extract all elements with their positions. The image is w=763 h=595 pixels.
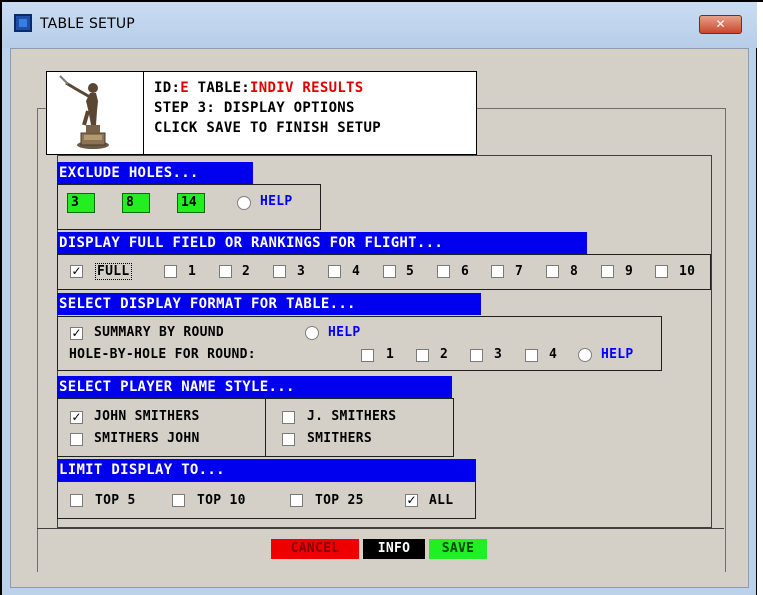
exclude-hole-2[interactable]: 8 [122, 193, 150, 213]
limit-all-label: ALL [429, 493, 454, 508]
limit-all-checkbox[interactable]: ✓ [405, 494, 418, 507]
name-j-smithers-label: J. SMITHERS [307, 409, 397, 424]
flight-7-label: 7 [515, 264, 524, 279]
name-smithers-john-label: SMITHERS JOHN [94, 431, 200, 446]
exclude-hole-1[interactable]: 3 [67, 193, 95, 213]
flight-7-checkbox[interactable] [491, 265, 504, 278]
summary-by-round-label: SUMMARY BY ROUND [94, 325, 225, 340]
name-smithers-label: SMITHERS [307, 431, 373, 446]
limit-header: LIMIT DISPLAY TO... [57, 459, 476, 481]
flight-header: DISPLAY FULL FIELD OR RANKINGS FOR FLIGH… [57, 232, 587, 254]
flight-full-checkbox[interactable]: ✓ [70, 265, 83, 278]
flight-3-checkbox[interactable] [273, 265, 286, 278]
name-smithers-checkbox[interactable] [282, 433, 295, 446]
format-header: SELECT DISPLAY FORMAT FOR TABLE... [57, 293, 481, 315]
exclude-hole-3[interactable]: 14 [177, 193, 205, 213]
flight-6-checkbox[interactable] [437, 265, 450, 278]
hole-by-hole-label: HOLE-BY-HOLE FOR ROUND: [69, 347, 256, 362]
round-2-checkbox[interactable] [416, 349, 429, 362]
flight-10-checkbox[interactable] [655, 265, 668, 278]
flight-10-label: 10 [679, 264, 696, 279]
round-2-label: 2 [440, 347, 449, 362]
close-button[interactable]: ✕ [699, 15, 742, 34]
instruction-text: CLICK SAVE TO FINISH SETUP [154, 120, 381, 136]
flight-8-checkbox[interactable] [546, 265, 559, 278]
name-smithers-john-checkbox[interactable] [70, 433, 83, 446]
window-title: TABLE SETUP [40, 16, 135, 32]
flight-3-label: 3 [297, 264, 306, 279]
name-style-header: SELECT PLAYER NAME STYLE... [57, 376, 452, 398]
flight-5-label: 5 [406, 264, 415, 279]
flight-1-label: 1 [188, 264, 197, 279]
flight-9-checkbox[interactable] [601, 265, 614, 278]
table-label: TABLE: [188, 80, 251, 96]
exclude-holes-header: EXCLUDE HOLES... [57, 162, 253, 184]
flight-4-label: 4 [352, 264, 361, 279]
flight-4-checkbox[interactable] [328, 265, 341, 278]
limit-top10-checkbox[interactable] [172, 494, 185, 507]
summary-by-round-checkbox[interactable]: ✓ [70, 327, 83, 340]
round-help-link[interactable]: HELP [601, 347, 634, 362]
round-1-checkbox[interactable] [361, 349, 374, 362]
round-3-label: 3 [494, 347, 503, 362]
name-j-smithers-checkbox[interactable] [282, 411, 295, 424]
limit-top5-checkbox[interactable] [70, 494, 83, 507]
flight-8-label: 8 [570, 264, 579, 279]
flight-1-checkbox[interactable] [164, 265, 177, 278]
limit-top25-label: TOP 25 [315, 493, 364, 508]
format-help-radio[interactable] [305, 326, 319, 340]
exclude-help-link[interactable]: HELP [260, 194, 293, 209]
limit-top10-label: TOP 10 [197, 493, 246, 508]
round-3-checkbox[interactable] [470, 349, 483, 362]
round-4-label: 4 [549, 347, 558, 362]
step-text: STEP 3: DISPLAY OPTIONS [154, 100, 355, 116]
round-4-checkbox[interactable] [525, 349, 538, 362]
info-button[interactable]: INFO [363, 539, 425, 559]
flight-full-label: FULL [95, 263, 132, 280]
limit-top25-checkbox[interactable] [290, 494, 303, 507]
flight-2-label: 2 [242, 264, 251, 279]
flight-6-label: 6 [461, 264, 470, 279]
table-value: INDIV RESULTS [250, 80, 364, 96]
golfer-trophy-icon [46, 71, 144, 155]
exclude-help-radio[interactable] [237, 196, 251, 210]
flight-9-label: 9 [625, 264, 634, 279]
limit-top5-label: TOP 5 [95, 493, 136, 508]
round-help-radio[interactable] [578, 348, 592, 362]
name-john-smithers-checkbox[interactable]: ✓ [70, 411, 83, 424]
name-style-group [57, 398, 454, 457]
name-style-divider [265, 398, 266, 457]
title-bar: TABLE SETUP ✕ [2, 2, 757, 48]
cancel-button[interactable]: CANCEL [271, 539, 359, 559]
header-line-1: ID:E TABLE:INDIV RESULTS [154, 78, 381, 98]
format-help-link[interactable]: HELP [328, 325, 361, 340]
flight-5-checkbox[interactable] [383, 265, 396, 278]
save-button[interactable]: SAVE [429, 539, 487, 559]
id-value: E [180, 80, 189, 96]
id-label: ID: [154, 80, 181, 96]
flight-2-checkbox[interactable] [219, 265, 232, 278]
round-1-label: 1 [386, 347, 395, 362]
app-icon [14, 14, 32, 32]
header-text: ID:E TABLE:INDIV RESULTS STEP 3: DISPLAY… [154, 78, 381, 138]
name-john-smithers-label: JOHN SMITHERS [94, 409, 200, 424]
